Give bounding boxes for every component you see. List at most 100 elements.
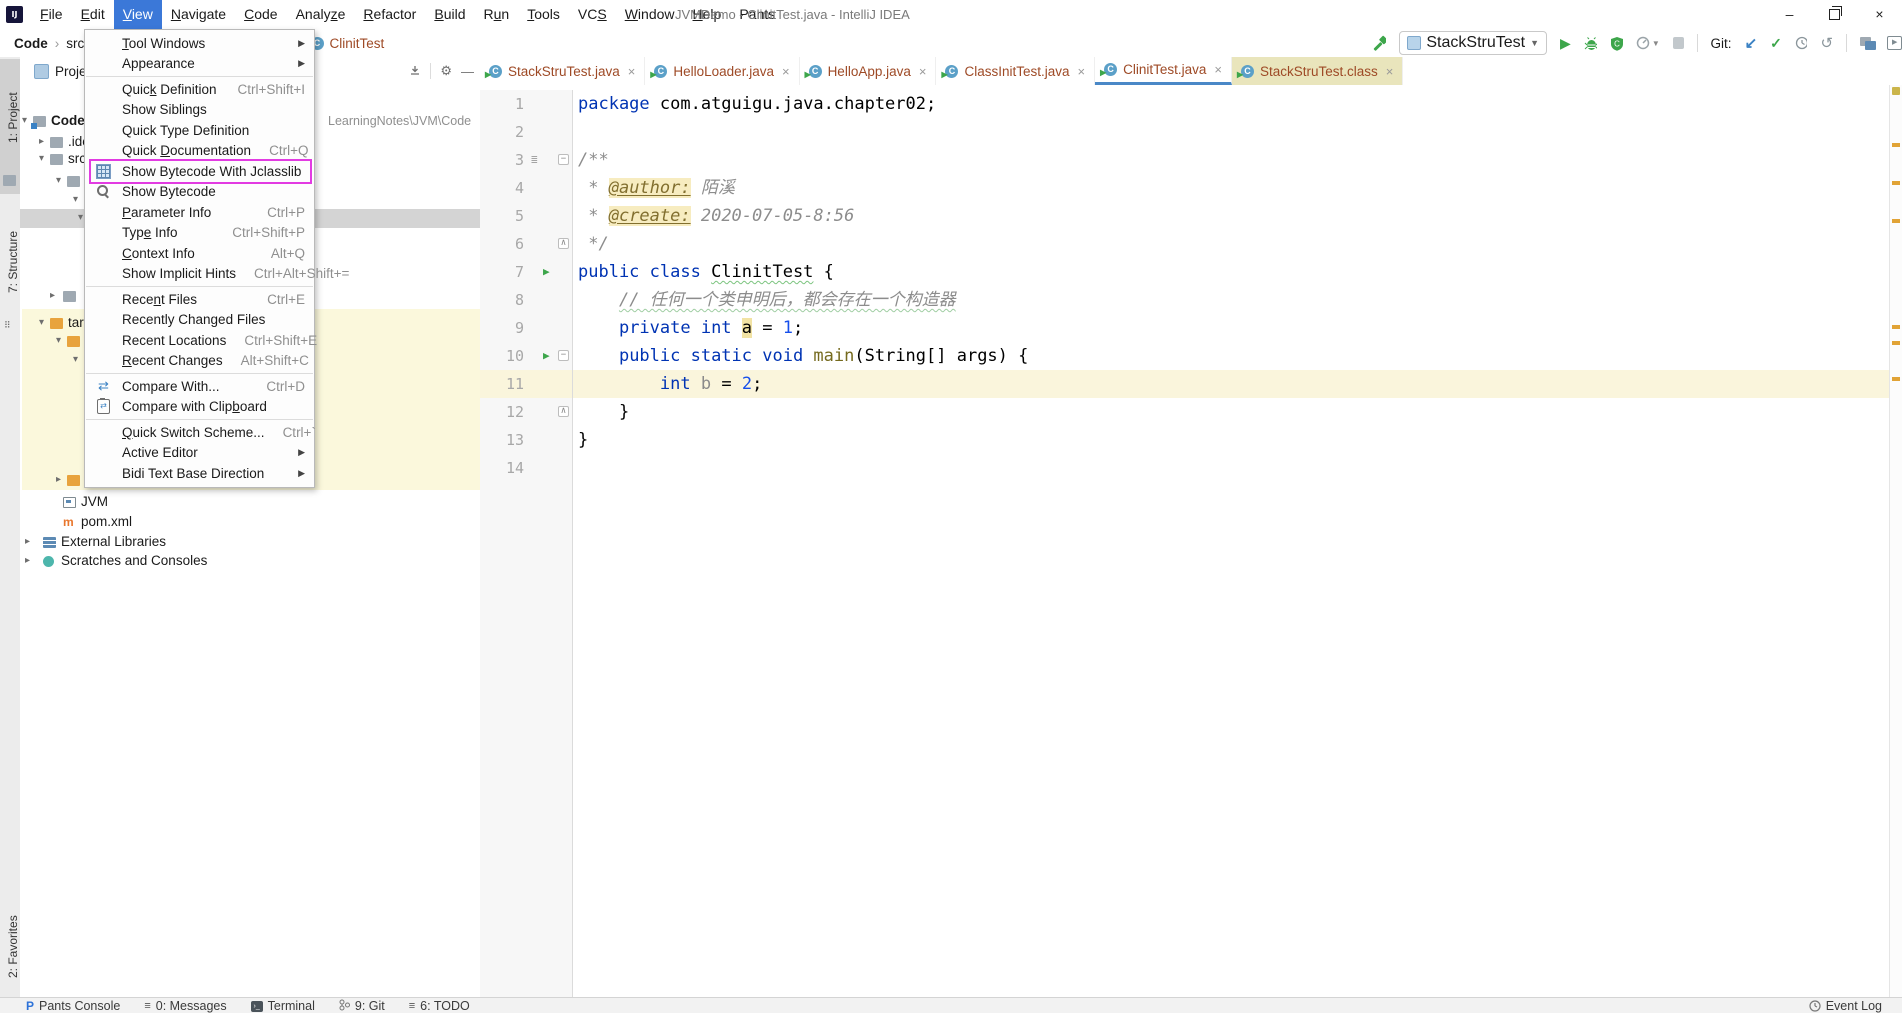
expanded-arrow-icon[interactable]: ▾ xyxy=(39,153,44,164)
menubar-item-vcs[interactable]: VCS xyxy=(569,0,616,29)
menu-item-show-implicit-hints[interactable]: Show Implicit Hints Ctrl+Alt+Shift+= xyxy=(85,264,349,285)
collapsed-arrow-icon[interactable]: ▸ xyxy=(39,136,44,147)
tree-row-pom-xml[interactable]: m pom.xml xyxy=(20,513,480,532)
statusbar-9-git[interactable]: 9: Git xyxy=(339,999,385,1013)
history-clock-icon[interactable] xyxy=(1795,36,1808,50)
code-text[interactable]: // 任何一个类申明后，都会存在一个构造器 xyxy=(573,286,1890,314)
code-line-5[interactable]: 5 * @create: 2020-07-05-8:56 xyxy=(480,202,1890,230)
menubar-item-edit[interactable]: Edit xyxy=(72,0,114,29)
menu-item-compare-with[interactable]: ⇄ Compare With... Ctrl+D xyxy=(85,376,314,397)
menu-item-bidi-text-base-direction[interactable]: Bidi Text Base Direction ▶ xyxy=(85,463,314,484)
error-stripe-scrollbar[interactable] xyxy=(1889,85,1902,997)
settings-gear-icon[interactable]: ⚙ xyxy=(440,63,452,79)
code-text[interactable]: */ xyxy=(573,230,1890,258)
menubar-item-view[interactable]: View xyxy=(113,0,162,29)
menu-item-recent-files[interactable]: Recent Files Ctrl+E xyxy=(85,289,314,310)
menu-item-context-info[interactable]: Context Info Alt+Q xyxy=(85,243,314,264)
event-log-button[interactable]: Event Log xyxy=(1809,998,1882,1013)
git-commit-check-icon[interactable]: ✓ xyxy=(1770,35,1782,52)
hide-panel-icon[interactable]: — xyxy=(461,64,474,79)
collapsed-arrow-icon[interactable]: ▸ xyxy=(50,290,55,301)
close-tab-icon[interactable]: × xyxy=(1214,62,1222,77)
debug-bug-icon[interactable] xyxy=(1584,36,1598,51)
run-anything-icon[interactable]: ▶ xyxy=(1887,36,1902,50)
code-line-8[interactable]: 8 // 任何一个类申明后，都会存在一个构造器 xyxy=(480,286,1890,314)
code-text[interactable]: int b = 2; xyxy=(573,370,1890,398)
code-text[interactable] xyxy=(573,454,1890,482)
close-tab-icon[interactable]: × xyxy=(628,64,636,79)
fold-end-icon[interactable]: ∧ xyxy=(558,238,569,249)
breadcrumb-item[interactable]: Code xyxy=(14,36,48,51)
restore-button[interactable] xyxy=(1812,0,1857,29)
stripe-favorites-button[interactable]: 2: Favorites xyxy=(0,902,20,992)
menu-item-type-info[interactable]: Type Info Ctrl+Shift+P xyxy=(85,223,314,244)
code-line-11[interactable]: 11 int b = 2; xyxy=(480,370,1890,398)
menubar-item-file[interactable]: File xyxy=(31,0,72,29)
expanded-arrow-icon[interactable]: ▾ xyxy=(56,175,61,186)
code-line-3[interactable]: 3 ≣ −/** xyxy=(480,146,1890,174)
rollback-icon[interactable]: ↺ xyxy=(1820,34,1833,52)
collapsed-arrow-icon[interactable]: ▸ xyxy=(25,555,30,566)
comment-lines-icon[interactable]: ≣ xyxy=(531,146,538,174)
stop-button[interactable] xyxy=(1672,37,1684,49)
code-line-7[interactable]: 7 ▶ public class ClinitTest { xyxy=(480,258,1890,286)
expanded-arrow-icon[interactable]: ▾ xyxy=(22,115,27,126)
menu-item-active-editor[interactable]: Active Editor ▶ xyxy=(85,443,314,464)
menu-item-tool-windows[interactable]: Tool Windows ▶ xyxy=(85,33,314,54)
menu-item-quick-switch-scheme[interactable]: Quick Switch Scheme... Ctrl+` xyxy=(85,422,316,443)
code-line-1[interactable]: 1 package com.atguigu.java.chapter02; xyxy=(480,90,1890,118)
profiler-button[interactable]: ▼ xyxy=(1636,36,1660,50)
menubar-item-navigate[interactable]: Navigate xyxy=(162,0,235,29)
code-text[interactable]: public static void main(String[] args) { xyxy=(573,342,1890,370)
close-tab-icon[interactable]: × xyxy=(1078,64,1086,79)
menu-item-show-bytecode[interactable]: Show Bytecode xyxy=(85,182,314,203)
warning-stripe-mark[interactable] xyxy=(1892,143,1900,147)
menu-item-recent-changes[interactable]: Recent Changes Alt+Shift+C xyxy=(85,351,314,372)
fold-collapse-icon[interactable]: − xyxy=(558,350,569,361)
code-line-4[interactable]: 4 * @author: 陌溪 xyxy=(480,174,1890,202)
stripe-structure-button[interactable]: 7: Structure xyxy=(0,207,20,317)
code-line-10[interactable]: 10 ▶ − public static void main(String[] ar… xyxy=(480,342,1890,370)
warning-stripe-mark[interactable] xyxy=(1892,325,1900,329)
tab-classinittest-java[interactable]: C ▶ ClassInitTest.java × xyxy=(936,57,1096,85)
code-editor[interactable]: 1 package com.atguigu.java.chapter02; 2 3 ≣ −… xyxy=(480,85,1890,997)
menu-item-recent-locations[interactable]: Recent Locations Ctrl+Shift+E xyxy=(85,330,317,351)
menubar-item-tools[interactable]: Tools xyxy=(518,0,569,29)
menu-item-appearance[interactable]: Appearance ▶ xyxy=(85,54,314,75)
git-update-icon[interactable]: ↙ xyxy=(1745,34,1758,52)
tree-row-external-libraries[interactable]: ▸ External Libraries xyxy=(20,533,480,552)
code-text[interactable]: /** xyxy=(573,146,1890,174)
fold-collapse-icon[interactable]: − xyxy=(558,154,569,165)
tree-row-jvm[interactable]: JVM xyxy=(20,493,480,512)
expanded-arrow-icon[interactable]: ▾ xyxy=(73,354,78,365)
code-line-14[interactable]: 14 xyxy=(480,454,1890,482)
run-gutter-icon[interactable]: ▶ xyxy=(543,342,550,370)
menubar-item-window[interactable]: Window xyxy=(616,0,684,29)
code-text[interactable]: package com.atguigu.java.chapter02; xyxy=(573,90,1890,118)
menubar-item-run[interactable]: Run xyxy=(475,0,519,29)
menubar-item-analyze[interactable]: Analyze xyxy=(287,0,355,29)
code-line-12[interactable]: 12 ∧ } xyxy=(480,398,1890,426)
menu-item-quick-documentation[interactable]: Quick Documentation Ctrl+Q xyxy=(85,141,314,162)
tab-helloapp-java[interactable]: C ▶ HelloApp.java × xyxy=(800,57,937,85)
expanded-arrow-icon[interactable]: ▾ xyxy=(56,335,61,346)
minimize-button[interactable]: – xyxy=(1767,0,1812,29)
code-text[interactable]: private int a = 1; xyxy=(573,314,1890,342)
project-structure-icon[interactable] xyxy=(1860,36,1877,50)
code-line-2[interactable]: 2 xyxy=(480,118,1890,146)
statusbar-pants-console[interactable]: P Pants Console xyxy=(26,999,120,1013)
warning-stripe-mark[interactable] xyxy=(1892,341,1900,345)
menubar-item-refactor[interactable]: Refactor xyxy=(354,0,425,29)
tree-row-scratches-and-consoles[interactable]: ▸ Scratches and Consoles xyxy=(20,552,480,571)
run-gutter-icon[interactable]: ▶ xyxy=(543,258,550,286)
code-text[interactable]: public class ClinitTest { xyxy=(573,258,1890,286)
code-text[interactable] xyxy=(573,118,1890,146)
close-tab-icon[interactable]: × xyxy=(919,64,927,79)
warning-stripe-mark[interactable] xyxy=(1892,181,1900,185)
menu-item-quick-type-definition[interactable]: Quick Type Definition xyxy=(85,120,314,141)
run-configuration-select[interactable]: StackStruTest ▼ xyxy=(1399,31,1547,55)
breadcrumb-item[interactable]: src xyxy=(66,36,84,51)
run-with-coverage-icon[interactable]: C xyxy=(1610,36,1623,51)
collapsed-arrow-icon[interactable]: ▸ xyxy=(56,474,61,485)
tab-clinittest-java[interactable]: C ▶ ClinitTest.java × xyxy=(1095,57,1232,85)
